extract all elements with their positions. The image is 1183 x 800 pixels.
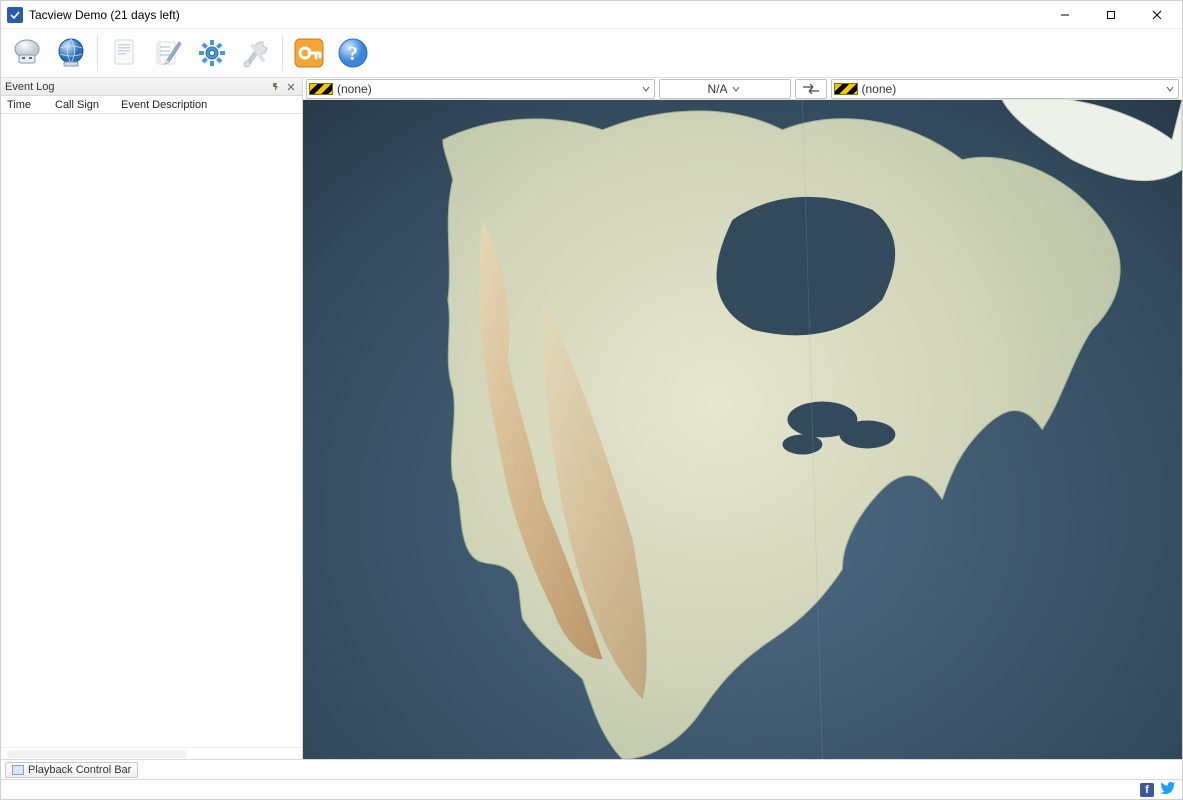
settings-button[interactable] [192, 33, 232, 73]
column-description[interactable]: Event Description [115, 96, 302, 113]
panel-close-icon[interactable] [284, 80, 298, 94]
playback-label: Playback Control Bar [28, 764, 131, 776]
maximize-button[interactable] [1088, 1, 1134, 29]
toolbar-separator [282, 35, 283, 71]
twitter-icon[interactable] [1160, 780, 1176, 799]
hazard-stripes-icon [309, 83, 333, 95]
close-button[interactable] [1134, 1, 1180, 29]
titlebar: Tacview Demo (21 days left) [1, 1, 1182, 29]
primary-object-selector[interactable]: (none) [306, 79, 655, 99]
event-log-title: Event Log [5, 81, 55, 93]
map-area: (none) N/A (none) [303, 78, 1182, 759]
column-call-sign[interactable]: Call Sign [49, 96, 115, 113]
content-area: Event Log Time Call Sign Event Descripti… [1, 77, 1182, 759]
chevron-down-icon [732, 82, 740, 96]
secondary-object-label: (none) [862, 82, 1163, 96]
map-viewport[interactable] [303, 100, 1182, 759]
app-icon [7, 7, 23, 23]
relation-label: N/A [707, 82, 727, 96]
chevron-down-icon [642, 82, 650, 96]
svg-text:?: ? [348, 43, 358, 65]
status-bar: f [1, 779, 1182, 799]
event-log-body[interactable] [1, 114, 302, 747]
toolbar-separator [97, 35, 98, 71]
playback-control-bar-button[interactable]: Playback Control Bar [5, 762, 138, 778]
bottom-toolbar: Playback Control Bar [1, 759, 1182, 779]
main-toolbar: ? [1, 29, 1182, 77]
window-title: Tacview Demo (21 days left) [29, 8, 1042, 22]
chevron-down-icon [1166, 82, 1174, 96]
event-log-scrollbar[interactable] [1, 747, 302, 759]
online-button[interactable] [51, 33, 91, 73]
secondary-object-selector[interactable]: (none) [831, 79, 1180, 99]
panel-icon [12, 765, 24, 775]
tools-button[interactable] [236, 33, 276, 73]
swap-objects-button[interactable] [795, 79, 827, 99]
primary-object-label: (none) [337, 82, 638, 96]
relation-selector[interactable]: N/A [659, 79, 791, 99]
facebook-icon[interactable]: f [1140, 783, 1154, 797]
help-button[interactable]: ? [333, 33, 373, 73]
document-button[interactable] [104, 33, 144, 73]
hazard-stripes-icon [834, 83, 858, 95]
minimize-button[interactable] [1042, 1, 1088, 29]
panel-pin-icon[interactable] [268, 80, 282, 94]
event-log-header: Event Log [1, 78, 302, 96]
license-key-button[interactable] [289, 33, 329, 73]
column-time[interactable]: Time [1, 96, 49, 113]
event-log-columns: Time Call Sign Event Description [1, 96, 302, 114]
window-controls [1042, 1, 1180, 28]
object-selector-bar: (none) N/A (none) [303, 78, 1182, 100]
event-log-panel: Event Log Time Call Sign Event Descripti… [1, 78, 303, 759]
social-links: f [1140, 780, 1176, 799]
edit-button[interactable] [148, 33, 188, 73]
record-button[interactable] [7, 33, 47, 73]
